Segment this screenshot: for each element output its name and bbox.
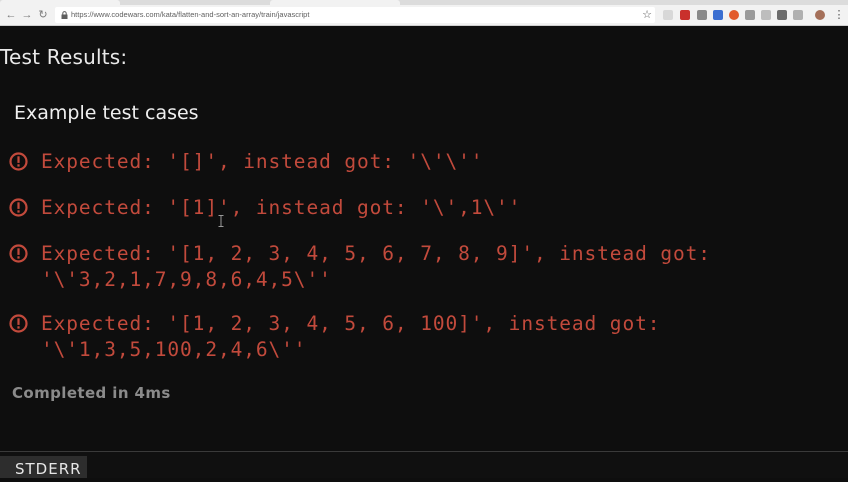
extension-icon[interactable] (793, 10, 803, 20)
url-text: https://www.codewars.com/kata/flatten-an… (71, 10, 310, 19)
output-tab-bar: STDERR (0, 451, 848, 478)
error-circle-icon (9, 244, 28, 263)
back-arrow-icon[interactable]: ← (4, 7, 18, 23)
error-circle-icon (9, 152, 28, 171)
failure-message: Expected: '[1, 2, 3, 4, 5, 6, 100]', ins… (41, 312, 661, 361)
error-circle-icon (9, 314, 28, 333)
browser-toolbar: ← → ↻ https://www.codewars.com/kata/flat… (0, 5, 848, 26)
extension-icon[interactable] (697, 10, 707, 20)
extension-icon[interactable] (729, 10, 739, 20)
lock-icon (61, 11, 68, 19)
reload-icon[interactable]: ↻ (36, 7, 50, 23)
page-title: Test Results: (0, 45, 128, 69)
extension-icon[interactable] (745, 10, 755, 20)
extension-icon[interactable] (761, 10, 771, 20)
failure-message: Expected: '[1, 2, 3, 4, 5, 6, 7, 8, 9]',… (41, 242, 711, 291)
completion-time: Completed in 4ms (12, 384, 171, 402)
extension-icon[interactable] (713, 10, 723, 20)
error-circle-icon (9, 198, 28, 217)
menu-icon[interactable]: ⋮ (832, 7, 846, 23)
test-results-panel: Test Results: Example test cases Expecte… (0, 26, 848, 451)
text-cursor-icon (218, 212, 224, 227)
star-icon[interactable]: ☆ (640, 7, 654, 23)
profile-avatar[interactable] (815, 10, 825, 20)
extension-icon[interactable] (663, 10, 673, 20)
tab-stderr[interactable]: STDERR (0, 456, 87, 478)
failure-message: Expected: '[1]', instead got: '\',1\'' (41, 196, 522, 219)
extension-icon[interactable] (777, 10, 787, 20)
section-title: Example test cases (14, 102, 199, 124)
forward-arrow-icon[interactable]: → (20, 7, 34, 23)
extension-icon[interactable] (680, 10, 690, 20)
address-bar[interactable]: https://www.codewars.com/kata/flatten-an… (55, 7, 655, 23)
failure-message: Expected: '[]', instead got: '\'\'' (41, 150, 484, 173)
